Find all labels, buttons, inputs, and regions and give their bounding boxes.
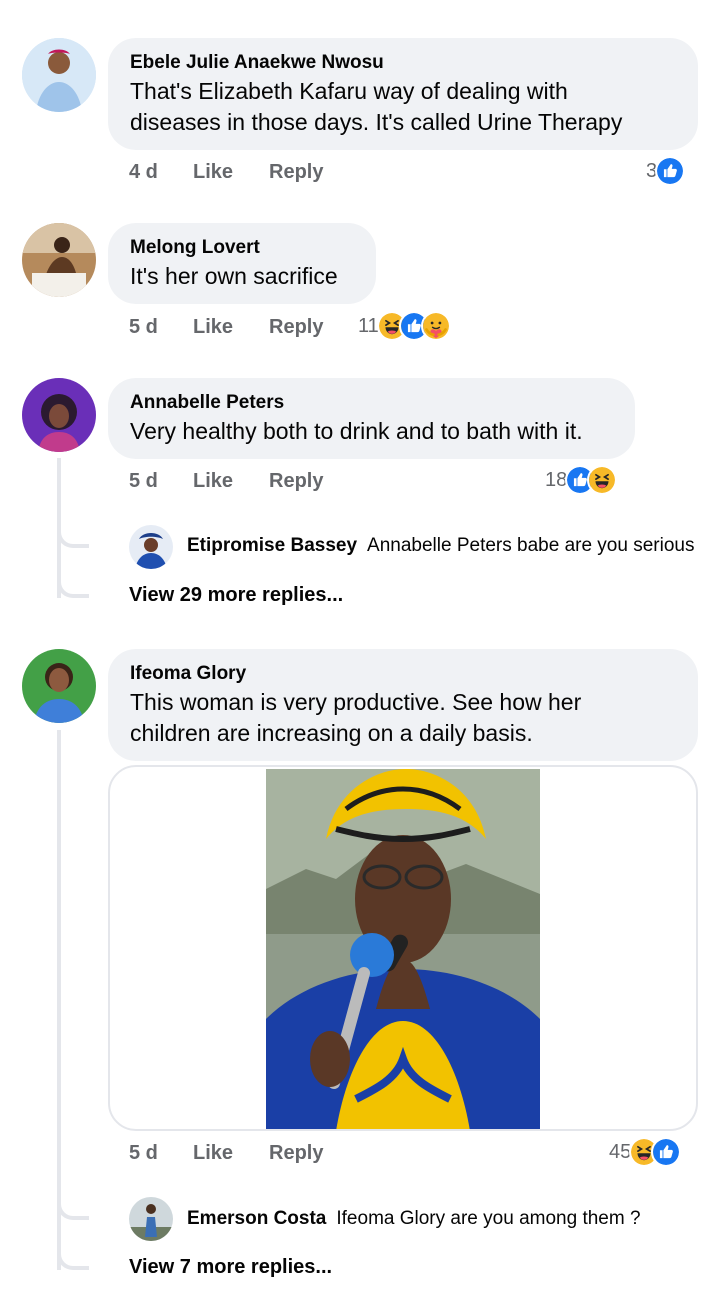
comment-actions: 5 d Like Reply xyxy=(129,1142,429,1168)
reaction-count: 18 xyxy=(545,468,568,491)
reply-connector xyxy=(57,1196,89,1220)
comment-text: children are increasing on a daily basis… xyxy=(130,720,533,746)
like-button[interactable]: Like xyxy=(193,316,233,339)
reply-button[interactable]: Reply xyxy=(269,470,323,493)
comment-actions: 4 d Like Reply xyxy=(129,161,429,187)
avatar-photo xyxy=(22,223,96,297)
comment-author[interactable]: Melong Lovert xyxy=(130,235,356,261)
reply-avatar[interactable] xyxy=(129,525,173,569)
reaction-count: 45 xyxy=(609,1140,632,1163)
reply-button[interactable]: Reply xyxy=(269,161,323,184)
comment-bubble[interactable]: Melong Lovert It's her own sacrifice xyxy=(108,223,376,304)
reply-item: Emerson Costa Ifeoma Glory are you among … xyxy=(187,1208,641,1230)
avatar-photo xyxy=(129,1197,173,1241)
reactions-summary[interactable]: 11 xyxy=(358,311,451,341)
comment-text: Very healthy both to drink and to bath w… xyxy=(130,418,583,444)
attached-photo xyxy=(266,769,540,1129)
comment-text: That's Elizabeth Kafaru way of dealing w… xyxy=(130,78,568,104)
thread-line xyxy=(57,730,61,1270)
comment-time: 5 d xyxy=(129,316,158,338)
reaction-count: 11 xyxy=(358,314,379,337)
care-icon xyxy=(420,311,451,341)
like-button[interactable]: Like xyxy=(193,470,233,493)
avatar-photo xyxy=(129,525,173,569)
reply-button[interactable]: Reply xyxy=(269,1142,323,1165)
avatar[interactable] xyxy=(22,223,96,297)
avatar[interactable] xyxy=(22,649,96,723)
reactions-summary[interactable]: 45 xyxy=(609,1137,682,1167)
comment-author[interactable]: Ifeoma Glory xyxy=(130,661,678,687)
comment-image-card[interactable] xyxy=(108,765,698,1131)
reply-avatar[interactable] xyxy=(129,1197,173,1241)
haha-icon xyxy=(587,465,618,495)
comment-bubble[interactable]: Ifeoma Glory This woman is very producti… xyxy=(108,649,698,761)
view-more-replies[interactable]: View 29 more replies... xyxy=(129,584,343,607)
avatar[interactable] xyxy=(22,378,96,452)
comment-time: 5 d xyxy=(129,470,158,492)
reply-text: Annabelle Peters babe are you serious xyxy=(367,535,695,556)
avatar[interactable] xyxy=(22,38,96,112)
avatar-photo xyxy=(22,649,96,723)
reply-text: Ifeoma Glory are you among them ? xyxy=(336,1208,641,1229)
like-button[interactable]: Like xyxy=(193,161,233,184)
like-icon xyxy=(655,156,686,186)
reply-author[interactable]: Emerson Costa xyxy=(187,1208,326,1229)
comment-author[interactable]: Ebele Julie Anaekwe Nwosu xyxy=(130,50,678,76)
reply-connector xyxy=(57,1246,89,1270)
reply-connector xyxy=(57,574,89,598)
comment-time: 4 d xyxy=(129,161,158,183)
avatar-photo xyxy=(22,38,96,112)
comment-time: 5 d xyxy=(129,1142,158,1164)
reply-item: Etipromise Bassey Annabelle Peters babe a… xyxy=(187,535,694,557)
comment-text: diseases in those days. It's called Urin… xyxy=(130,109,623,135)
comment-text: This woman is very productive. See how h… xyxy=(130,689,582,715)
reply-author[interactable]: Etipromise Bassey xyxy=(187,535,357,556)
like-button[interactable]: Like xyxy=(193,1142,233,1165)
comment-author[interactable]: Annabelle Peters xyxy=(130,390,615,416)
comment-bubble[interactable]: Ebele Julie Anaekwe Nwosu That's Elizabe… xyxy=(108,38,698,150)
comment-actions: 5 d Like Reply xyxy=(129,470,429,496)
comment-text: It's her own sacrifice xyxy=(130,263,338,289)
like-icon xyxy=(651,1137,682,1167)
reply-connector xyxy=(57,524,89,548)
comment-bubble[interactable]: Annabelle Peters Very healthy both to dr… xyxy=(108,378,635,459)
reactions-summary[interactable]: 18 xyxy=(545,465,618,495)
view-more-replies[interactable]: View 7 more replies... xyxy=(129,1256,332,1279)
reactions-summary[interactable]: 3 xyxy=(646,156,686,186)
avatar-photo xyxy=(22,378,96,452)
reply-button[interactable]: Reply xyxy=(269,316,323,339)
